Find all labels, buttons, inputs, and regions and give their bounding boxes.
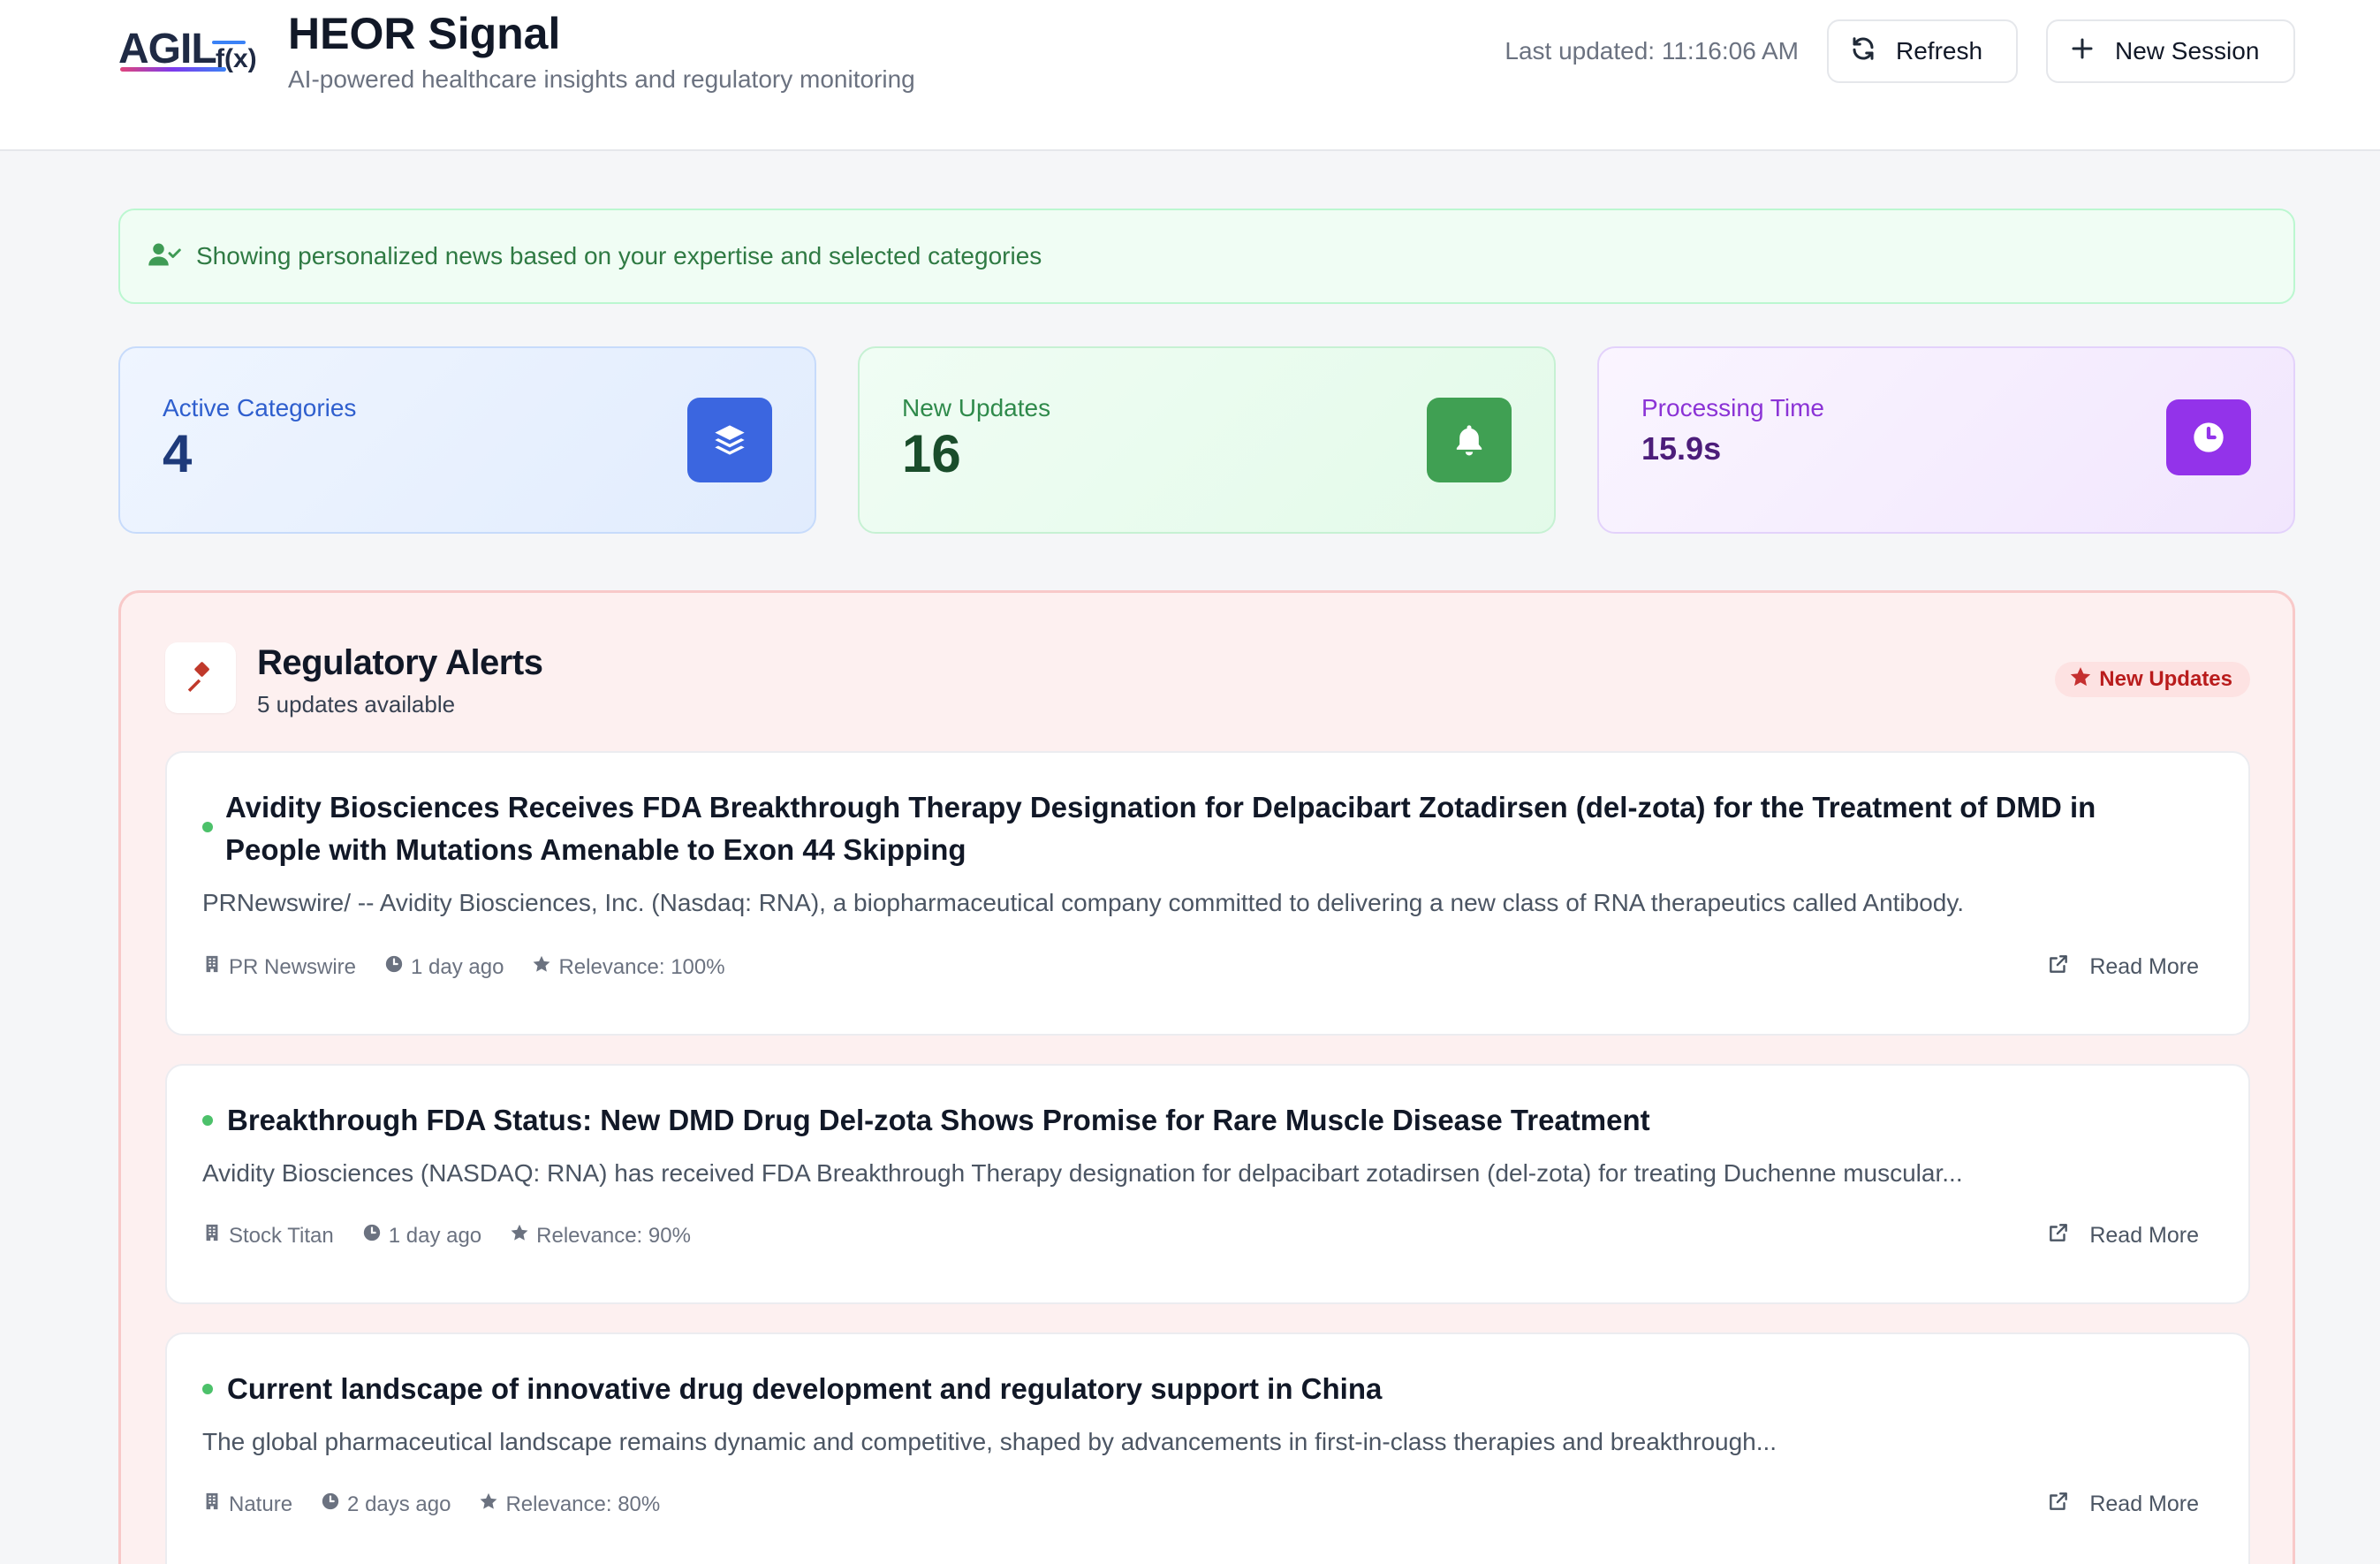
clock-icon	[384, 954, 404, 980]
read-more-link[interactable]: Read More	[2047, 1221, 2199, 1250]
last-updated-text: Last updated: 11:16:06 AM	[1505, 37, 1799, 65]
external-link-icon	[2047, 1221, 2070, 1250]
time-text: 1 day ago	[388, 1223, 482, 1248]
card-description: The global pharmaceutical landscape rema…	[202, 1428, 1777, 1455]
card-title-row: Current landscape of innovative drug dev…	[202, 1368, 2178, 1410]
alert-card[interactable]: Avidity Biosciences Receives FDA Breakth…	[165, 751, 2250, 1036]
time-meta: 1 day ago	[384, 954, 504, 980]
star-icon	[479, 1492, 498, 1517]
relevance-text: Relevance: 80%	[505, 1492, 661, 1516]
time-meta: 2 days ago	[321, 1492, 451, 1517]
layers-icon	[687, 398, 772, 482]
refresh-label: Refresh	[1896, 37, 1983, 65]
stat-card-active-categories: Active Categories 4	[118, 346, 816, 534]
status-dot	[202, 822, 213, 832]
clock-icon	[362, 1223, 382, 1249]
status-dot	[202, 1115, 213, 1126]
relevance-meta: Relevance: 90%	[510, 1223, 691, 1249]
source-meta: Stock Titan	[202, 1223, 334, 1249]
star-icon	[532, 954, 551, 980]
card-title[interactable]: Avidity Biosciences Receives FDA Breakth…	[225, 786, 2178, 871]
external-link-icon	[2047, 1490, 2070, 1519]
new-session-button[interactable]: New Session	[2046, 19, 2295, 83]
external-link-icon	[2047, 953, 2070, 982]
building-icon	[202, 1223, 222, 1249]
plus-icon	[2069, 35, 2096, 68]
time-meta: 1 day ago	[362, 1223, 481, 1249]
app-header: AGIL f(x) HEOR Signal AI-powered healthc…	[0, 0, 2380, 151]
gavel-icon	[165, 642, 236, 713]
regulatory-alerts-panel: Regulatory Alerts 5 updates available Ne…	[118, 590, 2295, 1564]
star-icon	[510, 1223, 529, 1249]
read-more-link[interactable]: Read More	[2047, 1490, 2199, 1519]
badge-label: New Updates	[2099, 667, 2232, 691]
alert-card[interactable]: Current landscape of innovative drug dev…	[165, 1332, 2250, 1564]
source-text: Stock Titan	[229, 1223, 334, 1248]
relevance-text: Relevance: 100%	[558, 954, 725, 979]
card-title[interactable]: Current landscape of innovative drug dev…	[227, 1368, 1382, 1410]
user-check-icon	[148, 241, 182, 272]
personalization-banner: Showing personalized news based on your …	[118, 209, 2295, 304]
time-text: 2 days ago	[347, 1492, 451, 1516]
alerts-count: 5 updates available	[257, 691, 456, 717]
relevance-meta: Relevance: 100%	[532, 954, 725, 980]
relevance-text: Relevance: 90%	[536, 1223, 691, 1248]
card-meta: PR Newswire 1 day ago Relevance: 100%	[202, 954, 754, 980]
building-icon	[202, 954, 222, 980]
star-icon	[2069, 665, 2092, 695]
source-text: Nature	[229, 1492, 293, 1516]
stat-card-new-updates: New Updates 16	[858, 346, 1556, 534]
time-text: 1 day ago	[411, 954, 504, 979]
agilfx-logo[interactable]: AGIL f(x)	[118, 25, 260, 76]
read-more-label: Read More	[2089, 954, 2199, 979]
stat-card-processing-time: Processing Time 15.9s	[1597, 346, 2295, 534]
card-description: Avidity Biosciences (NASDAQ: RNA) has re…	[202, 1159, 1963, 1187]
read-more-label: Read More	[2089, 1223, 2199, 1248]
alerts-title: Regulatory Alerts	[257, 643, 543, 682]
clock-icon	[2166, 399, 2251, 475]
source-meta: Nature	[202, 1492, 292, 1517]
read-more-label: Read More	[2089, 1492, 2199, 1516]
source-meta: PR Newswire	[202, 954, 356, 980]
card-meta: Nature 2 days ago Relevance: 80%	[202, 1492, 688, 1517]
refresh-icon	[1850, 35, 1876, 68]
new-updates-badge: New Updates	[2055, 662, 2250, 697]
source-text: PR Newswire	[229, 954, 357, 979]
read-more-link[interactable]: Read More	[2047, 953, 2199, 982]
banner-text: Showing personalized news based on your …	[196, 242, 1042, 270]
alert-card[interactable]: Breakthrough FDA Status: New DMD Drug De…	[165, 1064, 2250, 1304]
relevance-meta: Relevance: 80%	[479, 1492, 660, 1517]
card-title[interactable]: Breakthrough FDA Status: New DMD Drug De…	[227, 1099, 1650, 1142]
card-meta: Stock Titan 1 day ago Relevance: 90%	[202, 1223, 719, 1249]
refresh-button[interactable]: Refresh	[1827, 19, 2018, 83]
bell-icon	[1427, 398, 1512, 482]
card-description: PRNewswire/ -- Avidity Biosciences, Inc.…	[202, 889, 1965, 916]
logo-underline	[120, 67, 226, 72]
app-subtitle: AI-powered healthcare insights and regul…	[288, 65, 915, 93]
app-title: HEOR Signal	[288, 9, 561, 58]
new-session-label: New Session	[2115, 37, 2260, 65]
status-dot	[202, 1384, 213, 1394]
card-title-row: Avidity Biosciences Receives FDA Breakth…	[202, 786, 2178, 871]
building-icon	[202, 1492, 222, 1517]
clock-icon	[321, 1492, 340, 1517]
card-title-row: Breakthrough FDA Status: New DMD Drug De…	[202, 1099, 2178, 1142]
